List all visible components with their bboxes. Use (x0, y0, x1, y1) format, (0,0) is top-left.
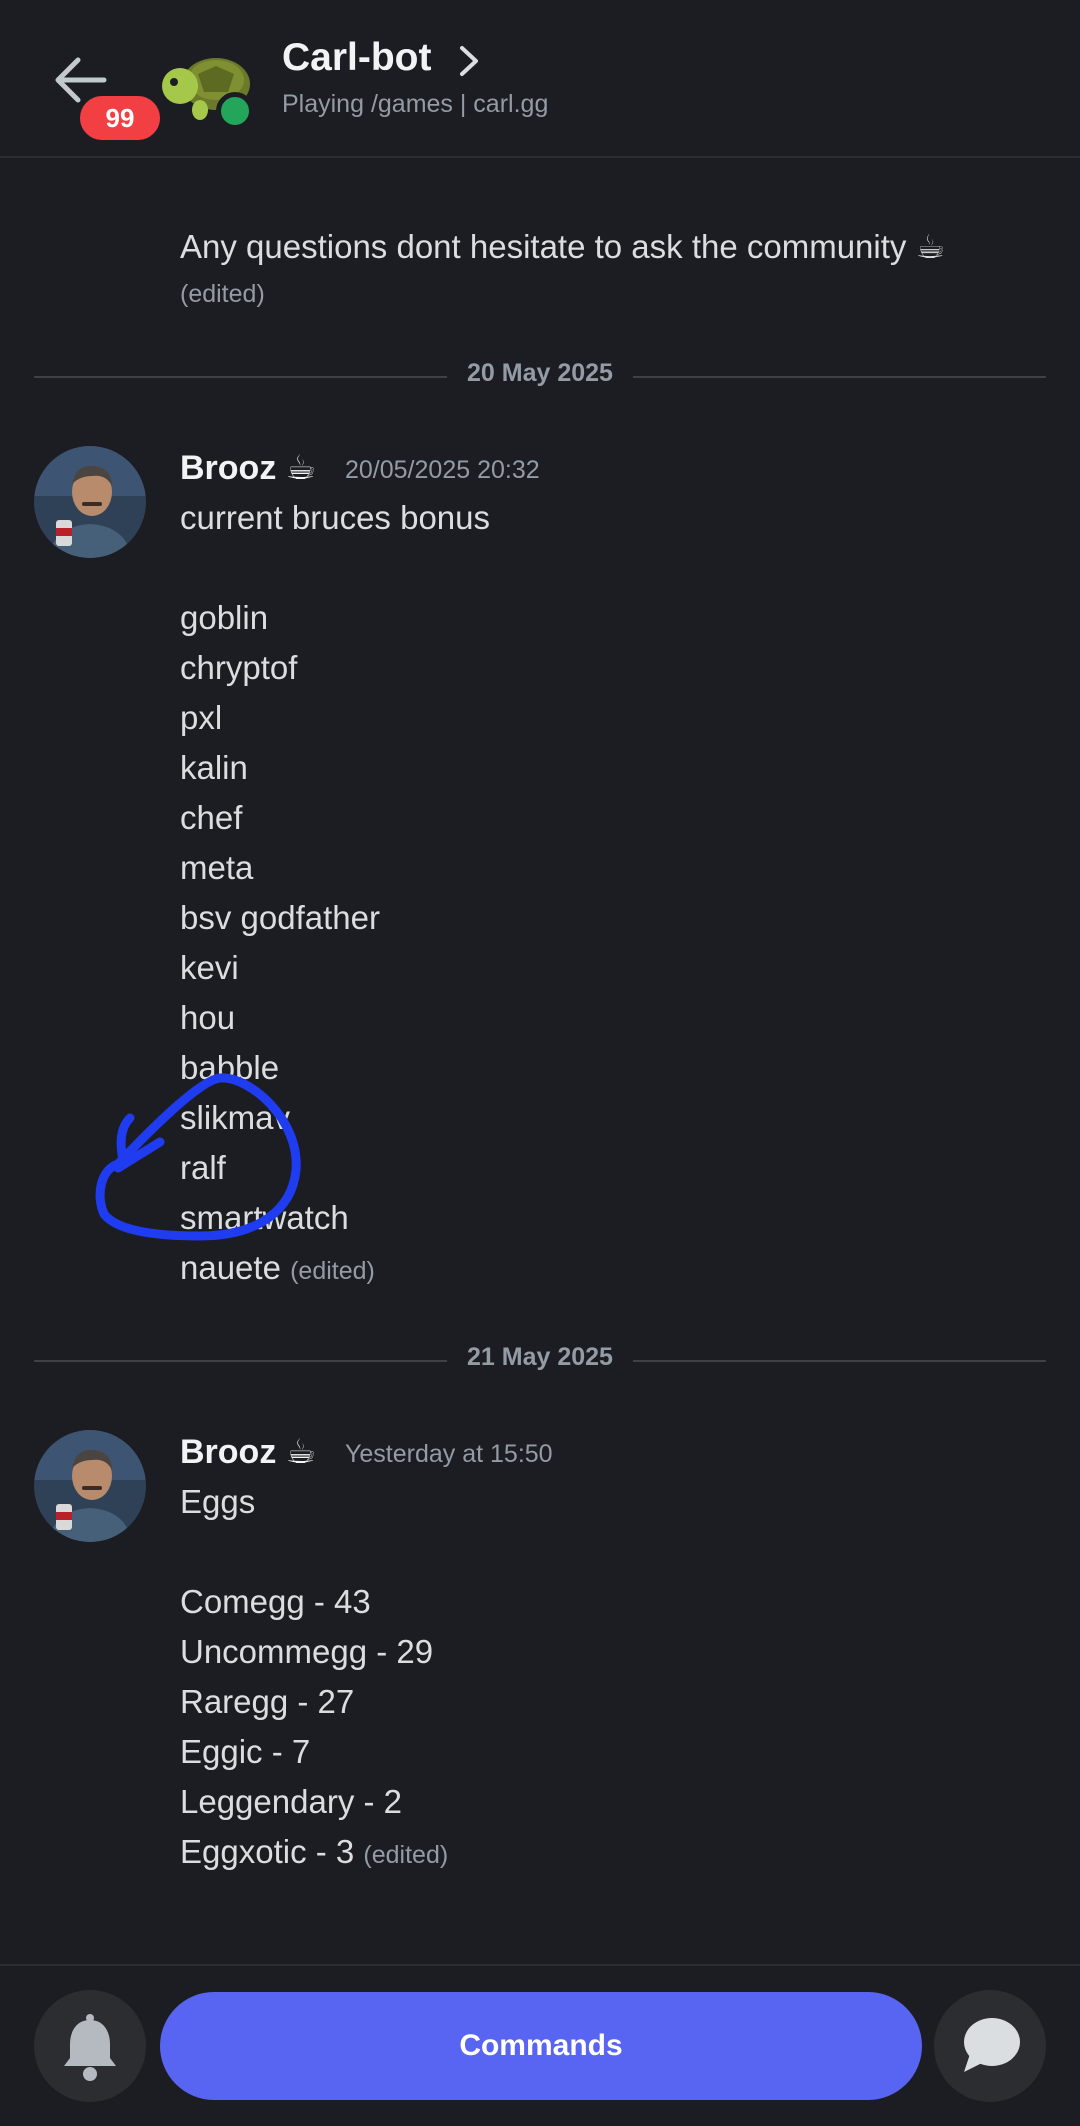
list-item: Eggic - 7 (180, 1733, 311, 1770)
list-item: pxl (180, 699, 223, 736)
message-text: Any questions dont hesitate to ask the c… (180, 228, 946, 265)
chevron-right-icon[interactable] (458, 44, 482, 78)
edited-label: (edited) (290, 1257, 375, 1285)
message-title: current bruces bonus (180, 499, 491, 536)
message-timestamp: Yesterday at 15:50 (345, 1440, 553, 1468)
list-item: smartwatch (180, 1199, 349, 1236)
hand-drawn-circle-annotation (95, 1073, 301, 1241)
message-author[interactable]: Brooz ☕ (180, 448, 316, 488)
list-item: goblin (180, 599, 269, 636)
list-item: kevi (180, 949, 239, 986)
day-divider-label: 21 May 2025 (0, 1343, 1080, 1372)
user-avatar[interactable] (34, 1430, 146, 1542)
channel-title[interactable]: Carl-bot (282, 36, 432, 80)
edited-label: (edited) (180, 280, 265, 308)
avatar-image (34, 446, 146, 558)
channel-header: 99 Carl-bot Playing /games | carl.gg (0, 0, 1080, 158)
message-timestamp: 20/05/2025 20:32 (345, 456, 540, 484)
list-item-last: Eggxotic - 3 (edited) (180, 1833, 449, 1870)
message-button[interactable] (934, 1990, 1046, 2102)
list-item: kalin (180, 749, 248, 786)
user-avatar[interactable] (34, 446, 146, 558)
message-author[interactable]: Brooz ☕ (180, 1432, 316, 1472)
list-item: slikmav (180, 1099, 291, 1136)
list-item: ralf (180, 1149, 226, 1186)
chat-bubble-icon (964, 2018, 1020, 2072)
bell-icon (64, 2014, 116, 2081)
list-item: chef (180, 799, 243, 836)
list-item-last: nauete (edited) (180, 1249, 375, 1286)
list-item: Comegg - 43 (180, 1583, 371, 1620)
list-item: babble (180, 1049, 280, 1086)
message-title: Eggs (180, 1483, 256, 1520)
list-item: hou (180, 999, 236, 1036)
list-item: Leggendary - 2 (180, 1783, 402, 1820)
list-item: Uncommegg - 29 (180, 1633, 434, 1670)
unread-count-badge: 99 (76, 92, 164, 144)
online-status-dot (216, 92, 254, 130)
edited-label: (edited) (363, 1841, 449, 1869)
commands-button[interactable]: Commands (160, 1992, 922, 2100)
day-divider-label: 20 May 2025 (0, 359, 1080, 388)
avatar-image (34, 1430, 146, 1542)
list-item: bsv godfather (180, 899, 380, 936)
chat-screen: 99 Carl-bot Playing /games | carl.gg Any… (0, 0, 1080, 2126)
bot-activity-status: Playing /games | carl.gg (282, 90, 549, 118)
list-item: Raregg - 27 (180, 1683, 355, 1720)
message-list: Comegg - 43 Uncommegg - 29 Raregg - 27 E… (180, 1577, 448, 1880)
message-list: goblin chryptof pxl kalin chef meta bsv … (180, 593, 380, 1296)
list-item: chryptof (180, 649, 298, 686)
list-item: meta (180, 849, 254, 886)
notifications-button[interactable] (34, 1990, 146, 2102)
